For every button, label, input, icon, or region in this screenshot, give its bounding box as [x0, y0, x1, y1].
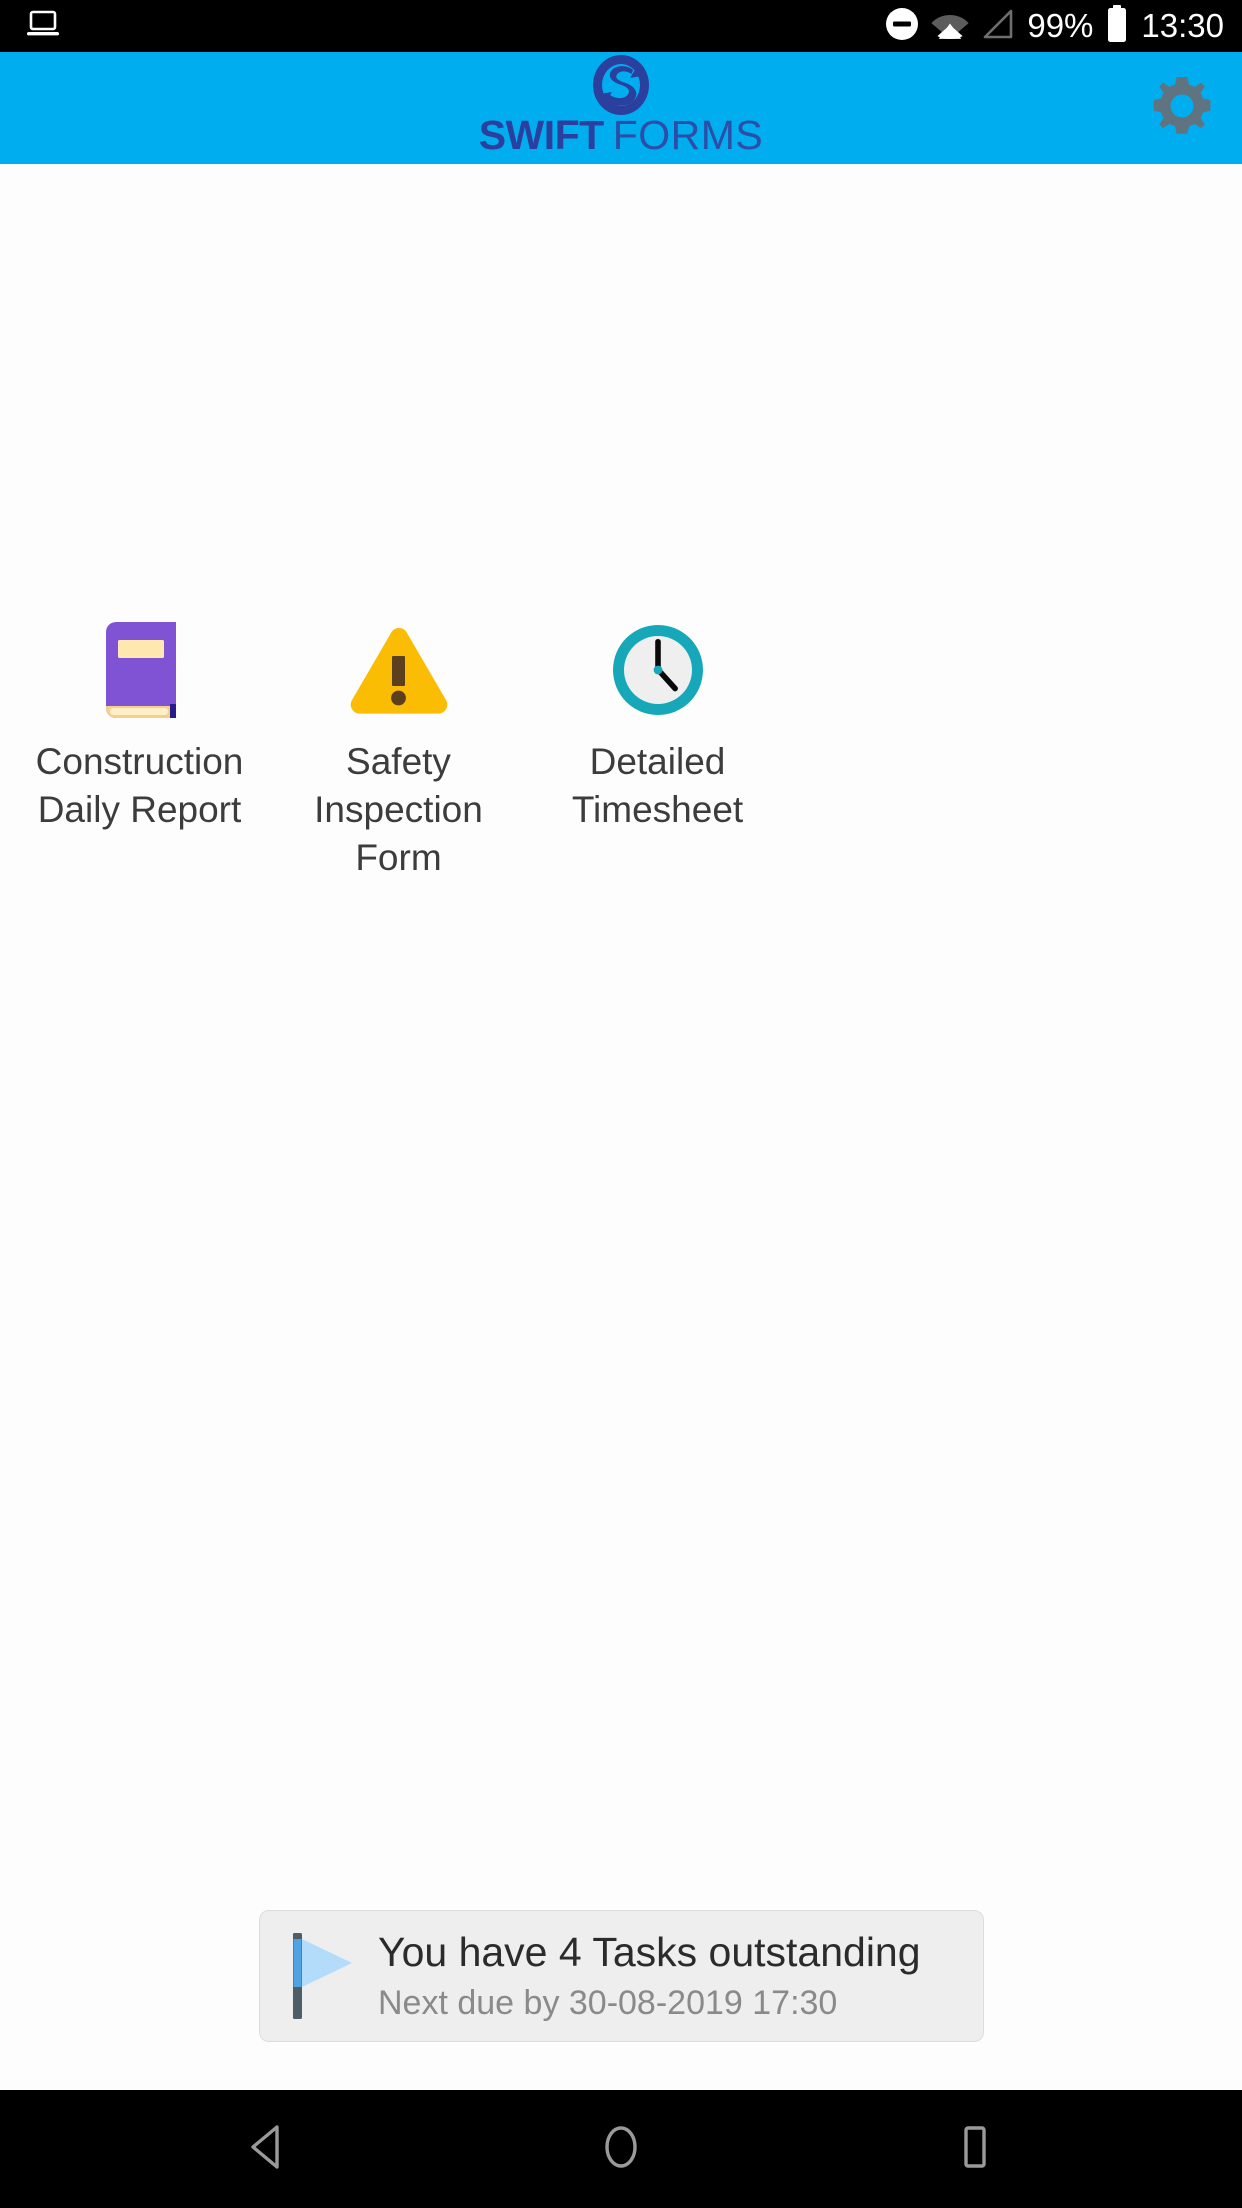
nav-recents-button[interactable]	[910, 2090, 1040, 2208]
app-bar: SWIFT FORMS	[0, 52, 1242, 164]
laptop-cast-icon	[26, 9, 60, 44]
nav-back-button[interactable]	[202, 2090, 332, 2208]
brand-name-bold: SWIFT	[478, 112, 605, 158]
back-triangle-icon	[244, 2122, 290, 2177]
gear-icon	[1147, 71, 1217, 146]
purple-book-icon	[86, 616, 194, 724]
wifi-icon	[931, 9, 969, 44]
recents-square-icon	[952, 2121, 998, 2178]
brand-wordmark: SWIFT FORMS	[479, 115, 764, 156]
form-tile-safety-inspection-form[interactable]: Safety Inspection Form	[269, 604, 528, 882]
main-content: Construction Daily Report Safety Inspect…	[0, 164, 1242, 2090]
phone-screen: 99% 13:30 SWIFT FORMS Construction Daily…	[0, 0, 1242, 2208]
form-tile-label: Safety Inspection Form	[314, 741, 483, 878]
do-not-disturb-icon	[885, 7, 919, 46]
task-banner[interactable]: You have 4 Tasks outstanding Next due by…	[259, 1910, 984, 2042]
form-tile-detailed-timesheet[interactable]: Detailed Timesheet	[528, 604, 787, 882]
clock-label: 13:30	[1141, 7, 1224, 44]
form-tile-construction-daily-report[interactable]: Construction Daily Report	[10, 604, 269, 882]
nav-home-button[interactable]	[556, 2090, 686, 2208]
battery-full-icon	[1105, 4, 1129, 48]
status-bar: 99% 13:30	[0, 0, 1242, 52]
brand-name-light: FORMS	[612, 112, 764, 158]
android-nav-bar	[0, 2090, 1242, 2208]
task-banner-title: You have 4 Tasks outstanding	[378, 1929, 921, 1975]
cellular-signal-icon	[981, 9, 1015, 44]
status-bar-left	[26, 9, 60, 44]
form-tile-label: Detailed Timesheet	[571, 741, 744, 830]
settings-button[interactable]	[1144, 70, 1220, 146]
form-grid: Construction Daily Report Safety Inspect…	[0, 604, 1242, 882]
swift-s-logo-icon	[592, 54, 650, 121]
warning-triangle-icon	[345, 616, 453, 724]
status-bar-right: 99% 13:30	[885, 0, 1224, 52]
clock-icon	[604, 616, 712, 724]
task-banner-text: You have 4 Tasks outstanding Next due by…	[378, 1926, 921, 2026]
brand-logo: SWIFT FORMS	[0, 52, 1242, 164]
home-circle-icon	[598, 2121, 644, 2178]
battery-percent-label: 99%	[1027, 7, 1094, 44]
form-tile-label: Construction Daily Report	[35, 741, 244, 830]
task-banner-subtitle: Next due by 30-08-2019 17:30	[378, 1984, 838, 2022]
flag-icon	[290, 1930, 364, 2022]
